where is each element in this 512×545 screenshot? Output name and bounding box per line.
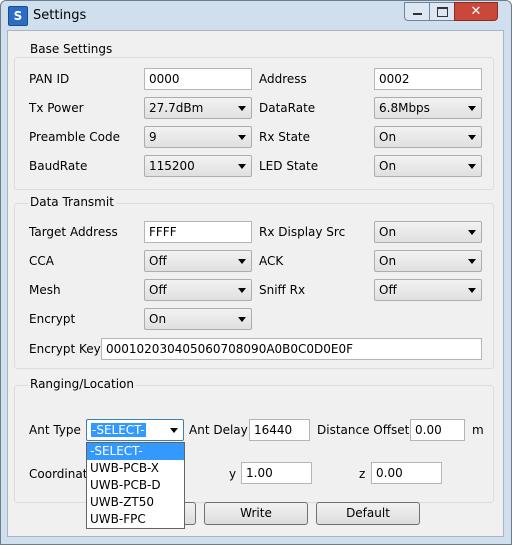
mesh-value: Off xyxy=(149,283,167,297)
ant-type-select[interactable]: -SELECT- xyxy=(86,419,184,441)
encrypt-key-input[interactable]: 000102030405060708090A0B0C0D0E0F xyxy=(101,338,482,360)
datarate-select[interactable]: 6.8Mbps xyxy=(374,97,482,119)
sniff-rx-value: Off xyxy=(379,283,397,297)
encrypt-value: On xyxy=(149,312,167,326)
chevron-down-icon xyxy=(238,164,246,169)
chevron-down-icon xyxy=(238,259,246,264)
led-state-select[interactable]: On xyxy=(374,155,482,177)
chevron-down-icon xyxy=(238,135,246,140)
window-title: Settings xyxy=(33,8,87,23)
ack-value: On xyxy=(379,254,397,268)
coord-y-input[interactable]: 1.00 xyxy=(241,462,312,484)
coord-z-label: z xyxy=(359,467,366,481)
rx-display-src-value: On xyxy=(379,225,397,239)
pan-id-input[interactable]: 0000 xyxy=(144,68,252,90)
close-icon: ✕ xyxy=(470,4,482,19)
ant-type-dropdown-list: -SELECT- UWB-PCB-X UWB-PCB-D UWB-ZT50 UW… xyxy=(86,442,185,529)
address-input[interactable]: 0002 xyxy=(374,68,482,90)
chevron-down-icon xyxy=(468,135,476,140)
rx-display-src-label: Rx Display Src xyxy=(259,225,346,239)
preamble-code-select[interactable]: 9 xyxy=(144,126,252,148)
write-button[interactable]: Write xyxy=(204,502,308,525)
sniff-rx-label: Sniff Rx xyxy=(259,283,306,297)
base-settings-legend: Base Settings xyxy=(28,42,115,56)
preamble-code-value: 9 xyxy=(149,130,157,144)
cca-label: CCA xyxy=(29,254,54,268)
chevron-down-icon xyxy=(238,106,246,111)
chevron-down-icon xyxy=(238,317,246,322)
ant-type-option[interactable]: -SELECT- xyxy=(87,443,184,460)
cca-select[interactable]: Off xyxy=(144,250,252,272)
default-button[interactable]: Default xyxy=(316,502,420,525)
minimize-button[interactable] xyxy=(404,2,430,21)
ant-type-option[interactable]: UWB-PCB-D xyxy=(87,477,184,494)
coord-z-input[interactable]: 0.00 xyxy=(371,462,442,484)
encrypt-label: Encrypt xyxy=(29,312,76,326)
ant-type-value: -SELECT- xyxy=(91,423,146,437)
mesh-label: Mesh xyxy=(29,283,61,297)
encrypt-select[interactable]: On xyxy=(144,308,252,330)
datarate-value: 6.8Mbps xyxy=(379,101,430,115)
baudrate-value: 115200 xyxy=(149,159,195,173)
tx-power-value: 27.7dBm xyxy=(149,101,204,115)
chevron-down-icon xyxy=(468,164,476,169)
close-button[interactable]: ✕ xyxy=(454,2,498,21)
datarate-label: DataRate xyxy=(259,101,316,115)
led-state-label: LED State xyxy=(259,159,319,173)
chevron-down-icon xyxy=(468,230,476,235)
pan-id-label: PAN ID xyxy=(29,72,70,86)
rx-display-src-select[interactable]: On xyxy=(374,221,482,243)
encrypt-key-label: Encrypt Key xyxy=(29,342,101,356)
chevron-down-icon xyxy=(238,288,246,293)
mesh-select[interactable]: Off xyxy=(144,279,252,301)
ant-type-option[interactable]: UWB-PCB-X xyxy=(87,460,184,477)
maximize-icon xyxy=(436,7,448,17)
distance-offset-input[interactable]: 0.00 xyxy=(410,419,465,441)
rx-state-label: Rx State xyxy=(259,130,311,144)
ant-type-option[interactable]: UWB-FPC xyxy=(87,511,184,528)
chevron-down-icon xyxy=(468,288,476,293)
ant-type-option[interactable]: UWB-ZT50 xyxy=(87,494,184,511)
ack-select[interactable]: On xyxy=(374,250,482,272)
baudrate-select[interactable]: 115200 xyxy=(144,155,252,177)
app-icon: S xyxy=(8,6,28,26)
target-address-input[interactable]: FFFF xyxy=(144,221,252,243)
led-state-value: On xyxy=(379,159,397,173)
ant-delay-label: Ant Delay xyxy=(189,423,248,437)
chevron-down-icon xyxy=(468,259,476,264)
chevron-down-icon xyxy=(170,428,178,433)
rx-state-select[interactable]: On xyxy=(374,126,482,148)
tx-power-select[interactable]: 27.7dBm xyxy=(144,97,252,119)
address-label: Address xyxy=(259,72,307,86)
data-transmit-legend: Data Transmit xyxy=(28,195,116,209)
ack-label: ACK xyxy=(259,254,284,268)
ant-delay-input[interactable]: 16440 xyxy=(249,419,310,441)
baudrate-label: BaudRate xyxy=(29,159,88,173)
distance-offset-unit: m xyxy=(472,423,484,437)
tx-power-label: Tx Power xyxy=(29,101,84,115)
coordinate-label: Coordinat xyxy=(29,467,88,481)
distance-offset-label: Distance Offset xyxy=(317,423,410,437)
maximize-button[interactable] xyxy=(429,2,455,21)
ant-type-label: Ant Type xyxy=(29,423,81,437)
coord-y-label: y xyxy=(229,467,237,481)
rx-state-value: On xyxy=(379,130,397,144)
title-bar[interactable]: S Settings ✕ xyxy=(1,1,511,31)
preamble-code-label: Preamble Code xyxy=(29,130,120,144)
chevron-down-icon xyxy=(468,106,476,111)
cca-value: Off xyxy=(149,254,167,268)
sniff-rx-select[interactable]: Off xyxy=(374,279,482,301)
ranging-location-legend: Ranging/Location xyxy=(28,377,137,391)
target-address-label: Target Address xyxy=(29,225,118,239)
minimize-icon xyxy=(412,13,422,15)
